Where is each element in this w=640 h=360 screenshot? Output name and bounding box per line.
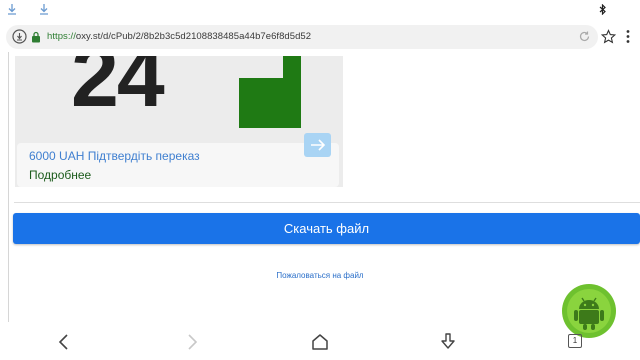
download-icon	[38, 2, 50, 20]
bottom-navigation: 1	[0, 326, 640, 360]
forward-icon[interactable]	[185, 332, 199, 357]
arrow-right-icon	[304, 139, 331, 161]
address-bar[interactable]: https://oxy.st/d/cPub/2/8b2b3c5d21088384…	[6, 25, 598, 49]
ad-more-link[interactable]: Подробнее	[29, 168, 91, 182]
home-icon[interactable]	[311, 332, 329, 357]
downloads-icon[interactable]	[440, 332, 456, 357]
bluetooth-icon	[599, 2, 607, 20]
reload-icon[interactable]	[578, 30, 591, 48]
star-icon[interactable]	[600, 29, 617, 49]
url-text[interactable]: https://oxy.st/d/cPub/2/8b2b3c5d21088384…	[47, 31, 311, 42]
url-scheme: https://	[47, 31, 76, 42]
advertisement[interactable]: 24 6000 UAH Підтвердіть переказ Подробне…	[15, 56, 343, 187]
menu-icon[interactable]	[625, 29, 631, 49]
download-file-button[interactable]: Скачать файл	[13, 213, 640, 244]
ad-logo-shape	[239, 56, 301, 133]
ad-headline[interactable]: 6000 UAH Підтвердіть переказ	[29, 149, 200, 163]
ad-arrow-button[interactable]	[304, 133, 331, 157]
url-path: oxy.st/d/cPub/2/8b2b3c5d2108838485a44b7e…	[75, 31, 312, 42]
report-file-link[interactable]: Пожаловаться на файл	[0, 271, 640, 280]
divider	[14, 202, 640, 203]
ad-big-text: 24	[71, 56, 165, 125]
page-border	[8, 52, 9, 322]
browser-screen: https://oxy.st/d/cPub/2/8b2b3c5d21088384…	[0, 0, 640, 360]
info-icon[interactable]	[12, 29, 27, 49]
lock-icon	[31, 30, 41, 48]
status-bar	[0, 0, 640, 18]
report-file-label[interactable]: Пожаловаться на файл	[276, 271, 363, 280]
download-icon	[6, 2, 18, 20]
tab-count: 1	[572, 336, 578, 345]
back-icon[interactable]	[57, 332, 71, 357]
tabs-icon[interactable]: 1	[568, 334, 582, 348]
ad-card[interactable]: 6000 UAH Підтвердіть переказ Подробнее	[17, 143, 339, 187]
